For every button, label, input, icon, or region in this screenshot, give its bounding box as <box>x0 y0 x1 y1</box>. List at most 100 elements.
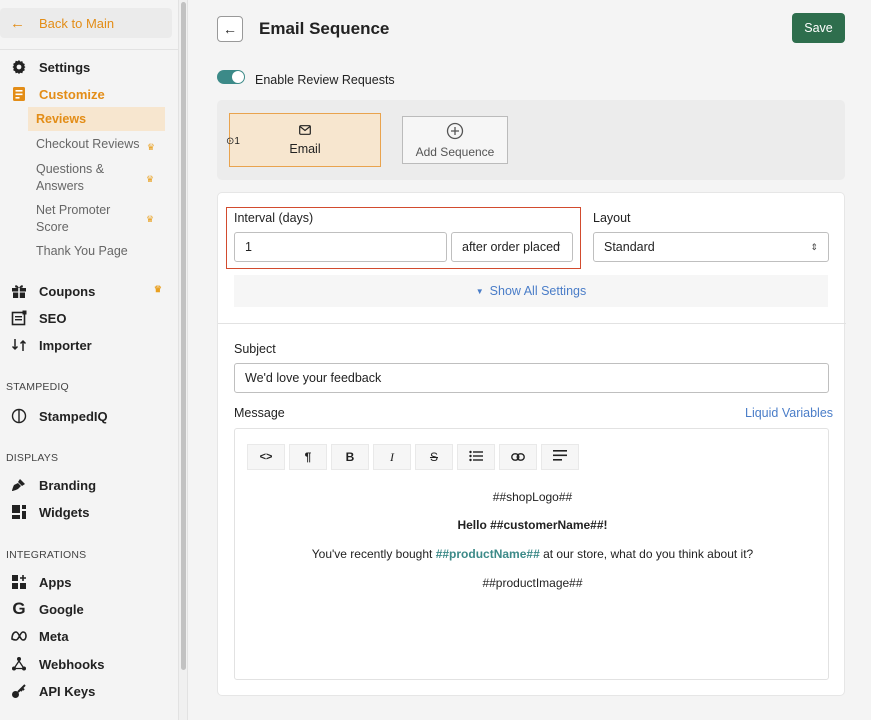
sequence-step-number: ⊙1 <box>226 136 240 147</box>
save-button[interactable]: Save <box>792 13 845 43</box>
back-button[interactable]: ← <box>217 16 243 42</box>
nav-meta-label: Meta <box>39 628 69 644</box>
nav-coupons-label: Coupons <box>39 283 96 299</box>
editor-toolbar: <> ¶ B I S <box>247 444 579 470</box>
layout-value: Standard <box>604 240 655 254</box>
sub-item-reviews[interactable]: Reviews <box>28 107 165 131</box>
message-editor[interactable]: <> ¶ B I S ##shopLogo## Hello ##customer… <box>234 428 829 680</box>
product-image-placeholder: ##productImage## <box>482 576 583 590</box>
code-icon: <> <box>259 451 273 463</box>
nav-customize[interactable]: Customize <box>0 85 105 103</box>
nav-meta[interactable]: Meta <box>0 627 69 645</box>
italic-icon: I <box>390 449 394 464</box>
nav-seo[interactable]: SEO <box>0 309 66 327</box>
settings-card: Interval (days) 1 after order placed ⌃ L… <box>217 192 846 696</box>
add-sequence-label: Add Sequence <box>415 144 495 159</box>
stampediq-icon <box>10 407 28 425</box>
page-title: Email Sequence <box>259 19 390 38</box>
import-arrows-icon <box>10 336 28 354</box>
meta-icon <box>10 627 28 645</box>
layout-select[interactable]: Standard ⇕ <box>593 232 829 262</box>
nav-customize-label: Customize <box>39 86 105 102</box>
paragraph-icon: ¶ <box>304 450 312 464</box>
nav-settings[interactable]: Settings <box>0 58 90 76</box>
nav-coupons[interactable]: Coupons ♛ <box>0 282 172 300</box>
nav-api-keys-label: API Keys <box>39 683 96 699</box>
link-button[interactable] <box>499 444 537 470</box>
body-line: You've recently bought ##productName## a… <box>235 547 830 561</box>
sub-item-questions-answers[interactable]: Questions & Answers <box>28 161 148 195</box>
section-title-stampediq: STAMPEDIQ <box>6 381 69 393</box>
align-button[interactable] <box>541 444 579 470</box>
sub-item-net-promoter-score[interactable]: Net Promoter Score <box>28 202 128 236</box>
interval-value: 1 <box>245 240 252 254</box>
apps-icon <box>10 573 28 591</box>
show-all-settings-button[interactable]: ▼ Show All Settings <box>234 275 828 307</box>
sequence-email-card[interactable]: ⊙1 Email <box>226 113 381 167</box>
nav-google-label: Google <box>39 601 84 617</box>
sidebar-scrollbar[interactable] <box>178 0 188 720</box>
bold-button[interactable]: B <box>331 444 369 470</box>
align-left-icon <box>553 450 567 464</box>
nav-importer-label: Importer <box>39 337 92 353</box>
gear-icon <box>10 58 28 76</box>
envelope-icon <box>299 124 311 138</box>
nav-widgets[interactable]: Widgets <box>0 503 89 521</box>
product-name-variable: ##productName## <box>435 547 540 561</box>
shop-logo-placeholder: ##shopLogo## <box>492 490 573 504</box>
subject-input[interactable]: We'd love your feedback <box>234 363 829 393</box>
key-icon <box>10 682 28 700</box>
select-arrows-icon: ⇕ <box>810 241 818 252</box>
crown-icon: ♛ <box>153 284 162 294</box>
enable-review-requests-toggle[interactable] <box>217 70 245 84</box>
back-to-main-label: Back to Main <box>39 15 115 31</box>
plus-circle-icon <box>446 122 464 143</box>
code-button[interactable]: <> <box>247 444 285 470</box>
liquid-variables-link[interactable]: Liquid Variables <box>745 406 833 420</box>
interval-trigger-select[interactable]: after order placed ⌃ <box>451 232 573 262</box>
paragraph-button[interactable]: ¶ <box>289 444 327 470</box>
bullet-list-icon <box>469 450 483 465</box>
italic-button[interactable]: I <box>373 444 411 470</box>
nav-api-keys[interactable]: API Keys <box>0 682 95 700</box>
sub-item-label: Thank You Page <box>36 244 128 258</box>
subject-label: Subject <box>234 342 276 356</box>
toggle-label: Enable Review Requests <box>255 73 395 87</box>
nav-webhooks[interactable]: Webhooks <box>0 655 105 673</box>
nav-stampediq-label: StampedIQ <box>39 408 108 424</box>
nav-apps[interactable]: Apps <box>0 573 72 591</box>
nav-branding[interactable]: Branding <box>0 476 96 494</box>
nav-settings-label: Settings <box>39 59 91 75</box>
customize-icon <box>10 85 28 103</box>
message-label: Message <box>234 406 285 420</box>
crown-icon: ♛ <box>146 142 155 152</box>
link-icon <box>511 450 525 464</box>
add-sequence-button[interactable]: Add Sequence <box>402 116 508 164</box>
nav-importer[interactable]: Importer <box>0 336 92 354</box>
nav-widgets-label: Widgets <box>39 504 90 520</box>
subject-value: We'd love your feedback <box>245 371 382 385</box>
webhook-icon <box>10 655 28 673</box>
sub-item-label: Net Promoter Score <box>36 203 111 234</box>
google-icon: G <box>12 599 26 618</box>
step-number: 1 <box>234 136 240 147</box>
back-to-main-link[interactable]: ← Back to Main <box>0 8 172 38</box>
interval-label: Interval (days) <box>234 211 314 225</box>
nav-stampediq[interactable]: StampedIQ <box>0 407 108 425</box>
strikethrough-icon: S <box>429 450 438 464</box>
main-content: ← Email Sequence Save Enable Review Requ… <box>188 0 871 720</box>
sidebar: ← Back to Main Settings Customize Review… <box>0 0 178 720</box>
interval-trigger-value: after order placed <box>462 240 560 254</box>
nav-google[interactable]: G Google <box>0 599 84 618</box>
bullet-list-button[interactable] <box>457 444 495 470</box>
interval-input[interactable]: 1 <box>234 232 447 262</box>
section-title-displays: DISPLAYS <box>6 452 59 464</box>
crown-icon: ♛ <box>146 214 155 224</box>
sub-item-checkout-reviews[interactable]: Checkout Reviews ♛ <box>28 136 165 153</box>
sub-item-thank-you-page[interactable]: Thank You Page <box>28 243 165 260</box>
scrollbar-thumb[interactable] <box>181 2 186 670</box>
body-text-post: at our store, what do you think about it… <box>543 547 754 561</box>
show-all-label: Show All Settings <box>489 284 587 298</box>
sub-item-label: Checkout Reviews <box>36 137 140 151</box>
strikethrough-button[interactable]: S <box>415 444 453 470</box>
